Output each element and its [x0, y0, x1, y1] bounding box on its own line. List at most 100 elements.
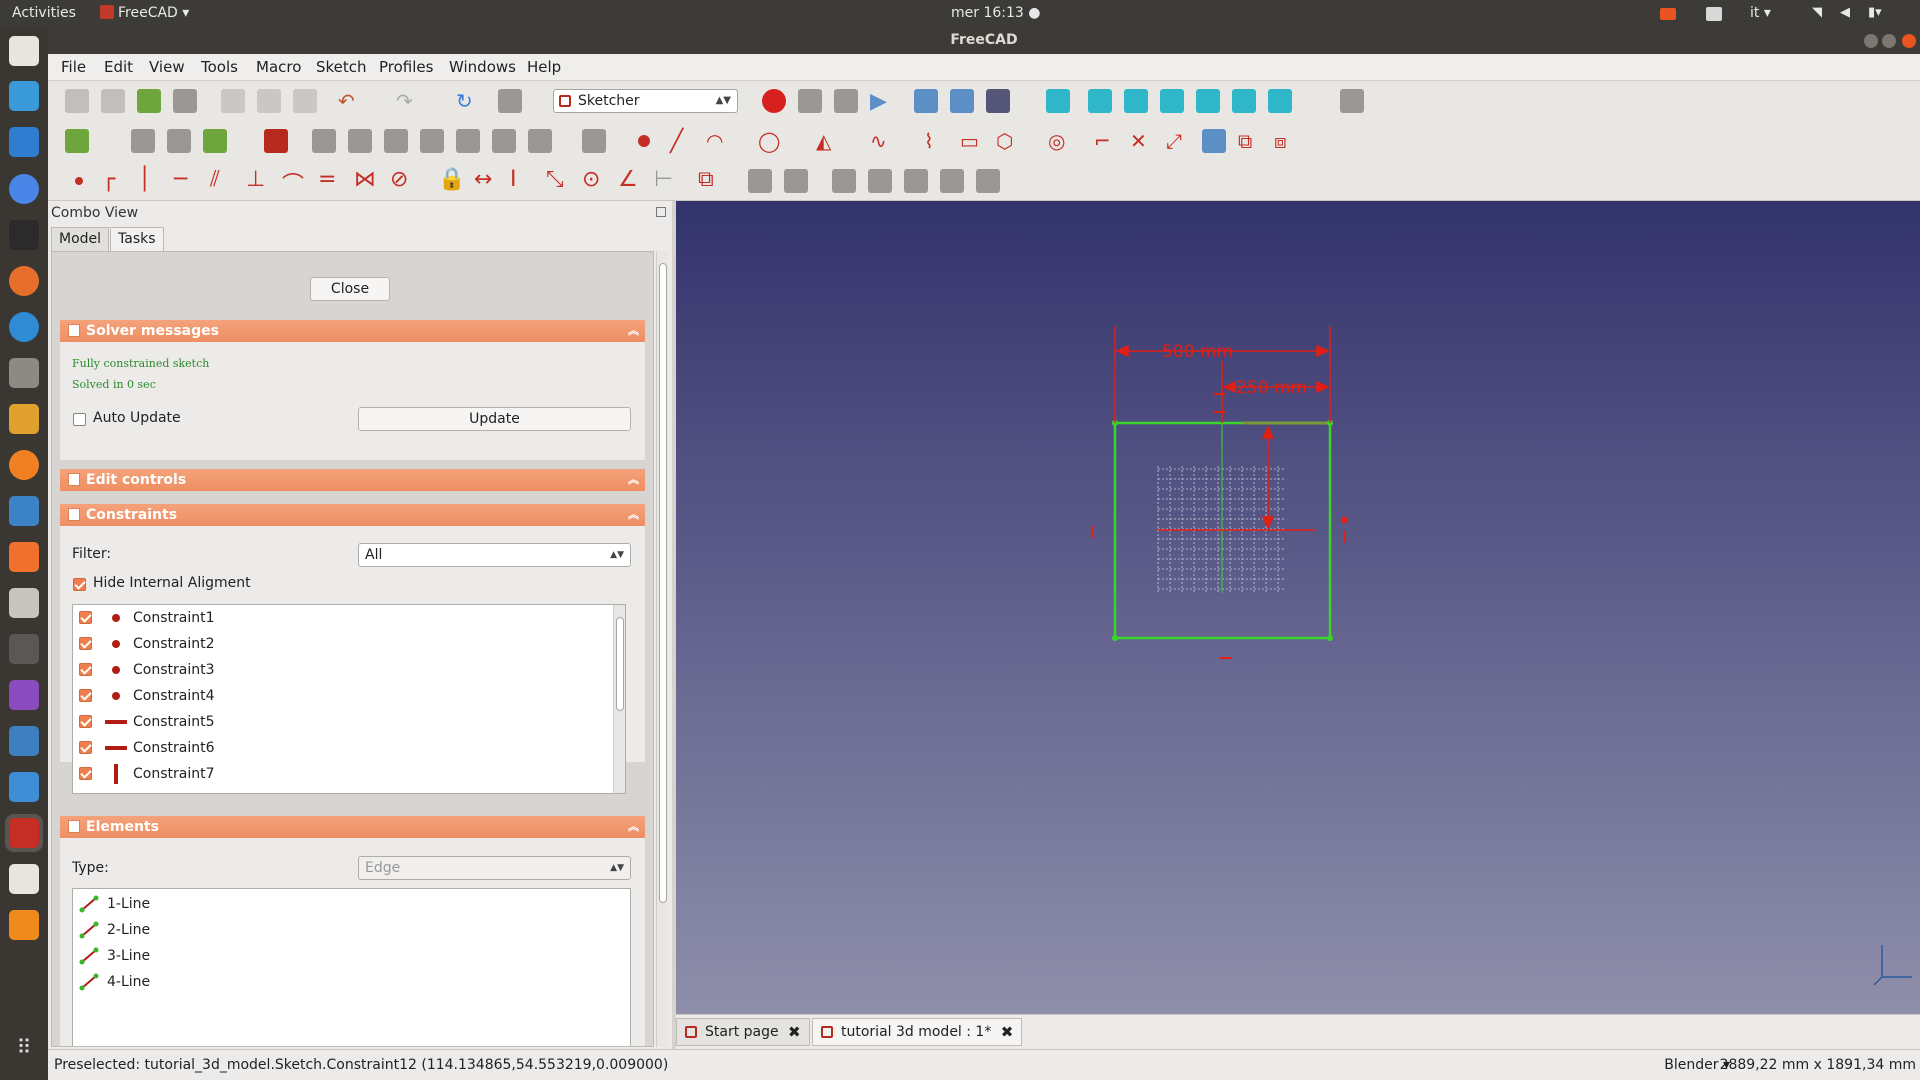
scrollbar-thumb[interactable] [659, 263, 667, 903]
tool-b-icon[interactable] [348, 129, 372, 153]
writer-icon[interactable] [9, 127, 39, 157]
whats-this-icon[interactable] [498, 89, 522, 113]
constrain-perpendicular-icon[interactable]: ⊥ [246, 167, 270, 192]
external-geometry-icon[interactable] [1202, 129, 1226, 153]
menu-view[interactable]: View [149, 58, 185, 76]
constrain-horizontal-icon[interactable]: ─ [174, 167, 198, 192]
constraint-checkbox[interactable] [79, 715, 92, 728]
files-icon[interactable] [9, 36, 39, 66]
elements-header[interactable]: Elements ︽ [60, 816, 645, 838]
menu-edit[interactable]: Edit [104, 58, 133, 76]
media-icon[interactable] [9, 680, 39, 710]
rectangle-icon[interactable]: ▭ [960, 129, 984, 153]
connect-edges-icon[interactable] [976, 169, 1000, 193]
line-icon[interactable]: ╱ [670, 129, 694, 154]
bottom-view-icon[interactable] [1232, 89, 1256, 113]
copy-icon[interactable] [257, 89, 281, 113]
maximize-icon[interactable] [1882, 34, 1896, 48]
menu-tools[interactable]: Tools [201, 58, 238, 76]
menu-macro[interactable]: Macro [256, 58, 301, 76]
constraint-checkbox[interactable] [79, 741, 92, 754]
constrain-symmetric-icon[interactable]: ⋈ [354, 167, 378, 192]
volume-icon[interactable]: ◀ [1840, 5, 1850, 20]
auto-update-checkbox[interactable] [73, 413, 86, 426]
close-icon[interactable]: ✖ [1001, 1019, 1014, 1045]
tab-start-page[interactable]: Start page ✖ [676, 1018, 810, 1046]
task-panel-scrollbar[interactable] [656, 251, 668, 1047]
view-section-icon[interactable] [131, 129, 155, 153]
constrain-parallel-icon[interactable]: ⫽ [210, 167, 234, 192]
constrain-coincident-icon[interactable] [75, 177, 83, 185]
bspline-icon[interactable]: ∿ [870, 129, 894, 153]
minimize-icon[interactable] [1864, 34, 1878, 48]
constrain-distance-icon[interactable]: ⤡ [546, 167, 570, 192]
extend-icon[interactable]: ⤢ [1166, 129, 1190, 153]
terminal-icon[interactable] [9, 220, 39, 250]
vertex[interactable] [1327, 635, 1333, 641]
list-item[interactable]: 4-Line [73, 969, 630, 995]
refresh-icon[interactable]: ↻ [456, 89, 480, 113]
list-item[interactable]: Constraint3 [73, 657, 625, 683]
camera-app-icon[interactable] [9, 634, 39, 664]
power-icon[interactable]: ▮▾ [1868, 5, 1882, 20]
new-file-icon[interactable] [65, 89, 89, 113]
polyline-icon[interactable]: ⌇ [924, 129, 948, 153]
fit-selection-icon[interactable] [950, 89, 974, 113]
freecad-dock-icon[interactable] [9, 818, 39, 848]
edit-macro-icon[interactable] [834, 89, 858, 113]
clock[interactable]: mer 16:13 ● [951, 5, 1040, 21]
edit-controls-header[interactable]: Edit controls ︽ [60, 469, 645, 491]
polygon-icon[interactable]: ⬡ [996, 129, 1020, 153]
tool-e-icon[interactable] [456, 129, 480, 153]
redo-icon[interactable]: ↷ [396, 89, 420, 113]
constrain-block-icon[interactable]: ⊘ [390, 167, 414, 192]
browser-icon[interactable] [9, 312, 39, 342]
paste-icon[interactable] [293, 89, 317, 113]
blender-icon[interactable] [9, 450, 39, 480]
vlc-icon[interactable] [9, 910, 39, 940]
filter-select[interactable]: All ▲▼ [358, 543, 631, 567]
tab-model[interactable]: Model [51, 227, 110, 251]
constrain-snells-law-icon[interactable]: ⊢ [654, 167, 678, 192]
constrain-tangent-icon[interactable]: ⌒ [282, 167, 306, 198]
menu-sketch[interactable]: Sketch [316, 58, 367, 76]
top-view-icon[interactable] [1124, 89, 1148, 113]
leave-sketch-icon[interactable] [264, 129, 288, 153]
slot-icon[interactable]: ◎ [1048, 129, 1072, 153]
tool-a-icon[interactable] [312, 129, 336, 153]
mirror-sketch-icon[interactable] [904, 169, 928, 193]
wifi-icon[interactable]: ◥ [1812, 5, 1822, 20]
left-view-icon[interactable] [1268, 89, 1292, 113]
menu-file[interactable]: File [61, 58, 86, 76]
constraint-checkbox[interactable] [79, 767, 92, 780]
software-center-icon[interactable] [9, 542, 39, 572]
3d-view[interactable]: 500 mm 250 mm [676, 201, 1920, 1014]
fit-all-icon[interactable] [914, 89, 938, 113]
close-shape-icon[interactable] [940, 169, 964, 193]
list-item[interactable]: Constraint1 [73, 605, 625, 631]
collapse-icon[interactable]: ︽ [628, 504, 639, 526]
view-sketch-icon[interactable] [65, 129, 89, 153]
tool-g-icon[interactable] [528, 129, 552, 153]
grid-icon[interactable] [167, 129, 191, 153]
tool-d-icon[interactable] [420, 129, 444, 153]
menu-windows[interactable]: Windows [449, 58, 516, 76]
collapse-icon[interactable]: ︽ [628, 320, 639, 342]
trim-icon[interactable]: ✕ [1130, 129, 1154, 153]
toggle-driving-icon[interactable]: ⧉ [698, 167, 722, 192]
language-indicator[interactable]: it ▾ [1750, 5, 1771, 21]
constraint-checkbox[interactable] [79, 611, 92, 624]
list-item[interactable]: Constraint2 [73, 631, 625, 657]
scanner-icon[interactable] [9, 496, 39, 526]
list-item[interactable]: 1-Line [73, 891, 630, 917]
constrain-equal-icon[interactable]: = [318, 167, 342, 192]
map-sketch-icon[interactable] [832, 169, 856, 193]
point-icon[interactable] [638, 135, 650, 147]
validate-sketch-icon[interactable] [748, 169, 772, 193]
cut-icon[interactable] [221, 89, 245, 113]
merge-sketches-icon[interactable] [784, 169, 808, 193]
tool-h-icon[interactable] [582, 129, 606, 153]
constrain-vertical-distance-icon[interactable]: I [510, 167, 534, 192]
tab-tasks[interactable]: Tasks [110, 227, 164, 251]
hide-internal-checkbox[interactable] [73, 578, 86, 591]
